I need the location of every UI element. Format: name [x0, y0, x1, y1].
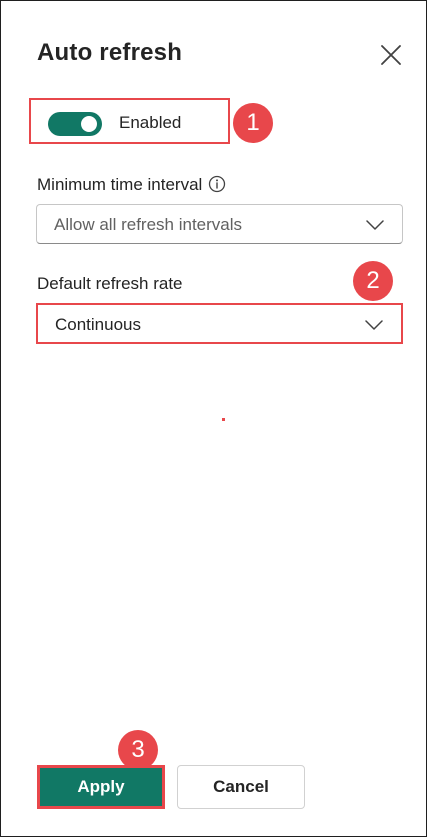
enabled-toggle[interactable] — [48, 112, 102, 136]
annotation-badge-1: 1 — [233, 103, 273, 143]
annotation-dot — [222, 418, 225, 421]
panel-title: Auto refresh — [37, 39, 183, 66]
apply-button[interactable]: Apply — [37, 765, 165, 809]
auto-refresh-panel: Auto refresh Enabled 1 Minimum time inte… — [0, 0, 427, 837]
default-rate-value: Continuous — [55, 315, 142, 334]
min-interval-label-text: Minimum time interval — [37, 175, 203, 194]
enabled-toggle-label: Enabled — [119, 113, 182, 132]
min-interval-dropdown[interactable]: Allow all refresh intervals — [36, 204, 403, 244]
annotation-badge-2: 2 — [353, 261, 393, 301]
enabled-toggle-highlight: Enabled — [29, 98, 230, 144]
toggle-knob — [81, 116, 97, 132]
annotation-badge-3: 3 — [118, 730, 158, 770]
cancel-button[interactable]: Cancel — [177, 765, 305, 809]
close-icon — [381, 45, 401, 65]
info-icon[interactable] — [208, 175, 226, 193]
default-rate-dropdown[interactable]: Continuous — [36, 303, 403, 344]
min-interval-label: Minimum time interval — [37, 175, 226, 195]
min-interval-value: Allow all refresh intervals — [54, 215, 243, 234]
default-rate-label: Default refresh rate — [37, 274, 183, 293]
chevron-down-icon — [365, 320, 383, 330]
chevron-down-icon — [366, 220, 384, 230]
close-button[interactable] — [379, 43, 403, 67]
